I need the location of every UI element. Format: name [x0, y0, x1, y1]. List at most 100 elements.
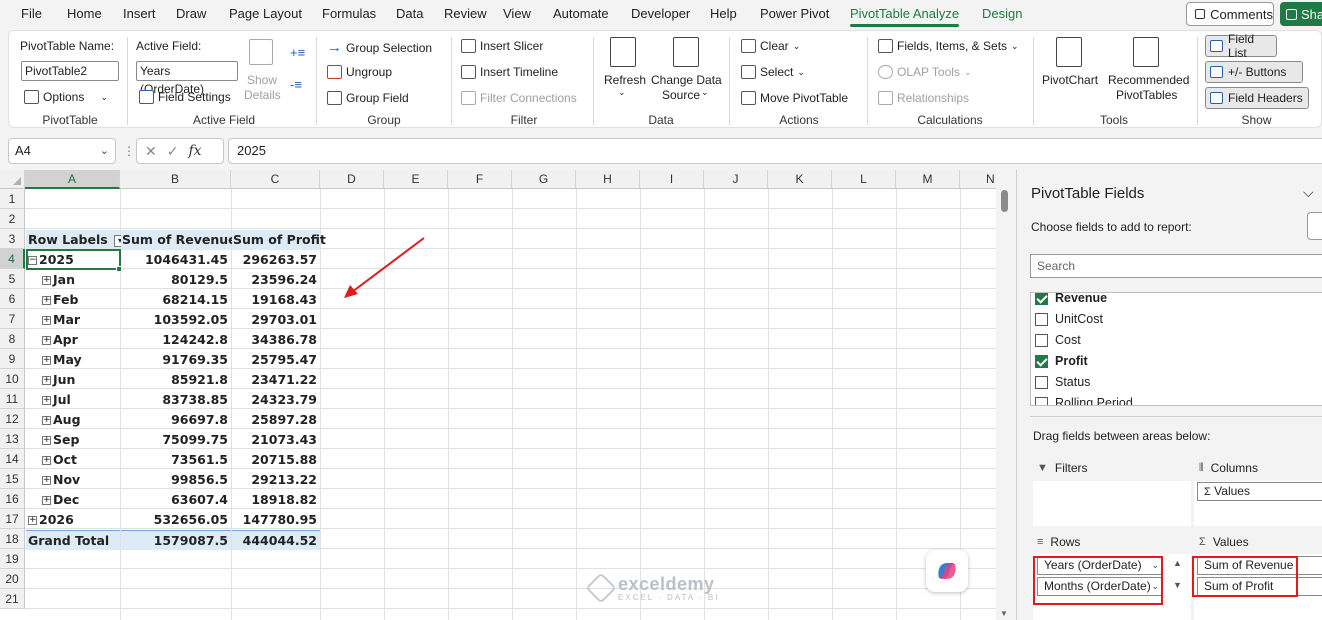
relationships-button[interactable]: Relationships [878, 91, 969, 105]
field-list-toggle[interactable]: Field List [1205, 32, 1277, 60]
pivot-row-month-profit[interactable]: 24323.79 [232, 390, 320, 410]
pivot-row-month-revenue[interactable]: 83738.85 [121, 390, 231, 410]
row-header[interactable]: 8 [0, 329, 25, 349]
pivot-row-month-profit[interactable]: 18918.82 [232, 490, 320, 510]
pivot-row-month-label[interactable]: + Oct [42, 450, 120, 470]
row-header[interactable]: 10 [0, 369, 25, 389]
buttons-toggle[interactable]: +/- Buttons [1205, 61, 1303, 83]
insert-function-icon[interactable]: fx [188, 143, 201, 159]
select-button[interactable]: Select ⌄ [741, 65, 805, 79]
field-checkbox[interactable] [1035, 333, 1048, 347]
pivot-row-month-profit[interactable]: 25795.47 [232, 350, 320, 370]
scrollbar-thumb[interactable] [1001, 190, 1008, 212]
pivot-row-2026-revenue[interactable]: 532656.05 [121, 510, 231, 530]
pivot-header-row-labels[interactable]: Row Labels ▾ [26, 230, 127, 250]
field-checkbox[interactable] [1035, 312, 1048, 326]
pivot-row-month-revenue[interactable]: 80129.5 [121, 270, 231, 290]
expand-icon[interactable]: + [42, 496, 51, 505]
column-header-i[interactable]: I [640, 170, 704, 189]
group-field-button[interactable]: Group Field [327, 91, 409, 105]
comments-button[interactable]: Comments [1186, 2, 1274, 26]
move-up-arrow-icon[interactable]: ▲ [1171, 558, 1184, 569]
pivot-row-month-label[interactable]: + Apr [42, 330, 120, 350]
scroll-down-arrow-icon[interactable]: ▼ [1000, 609, 1008, 618]
tab-file[interactable]: File [21, 6, 42, 21]
pivot-row-month-label[interactable]: + Jun [42, 370, 120, 390]
grand-total-label[interactable]: Grand Total [26, 530, 120, 550]
select-all-corner[interactable] [0, 170, 25, 189]
chevron-down-icon[interactable]: ⌄ [100, 139, 109, 163]
row-header[interactable]: 13 [0, 429, 25, 449]
row-header[interactable]: 12 [0, 409, 25, 429]
field-item[interactable]: Revenue [1035, 293, 1107, 305]
pivot-row-month-label[interactable]: + Mar [42, 310, 120, 330]
field-search-input[interactable]: Search [1030, 254, 1322, 278]
row-header[interactable]: 6 [0, 289, 25, 309]
pivot-row-2025-profit[interactable]: 296263.57 [232, 250, 320, 270]
row-header[interactable]: 15 [0, 469, 25, 489]
pivot-row-month-label[interactable]: + Aug [42, 410, 120, 430]
field-checkbox[interactable] [1035, 396, 1048, 405]
pivottable-name-input[interactable]: PivotTable2 [21, 61, 119, 81]
expand-icon[interactable]: + [42, 296, 51, 305]
tab-power-pivot[interactable]: Power Pivot [760, 6, 829, 21]
row-header[interactable]: 14 [0, 449, 25, 469]
more-options-icon[interactable]: ⋮ [123, 144, 135, 158]
pivot-row-month-profit[interactable]: 29703.01 [232, 310, 320, 330]
column-header-b[interactable]: B [120, 170, 231, 189]
pivot-row-month-revenue[interactable]: 91769.35 [121, 350, 231, 370]
pivot-row-month-profit[interactable]: 25897.28 [232, 410, 320, 430]
collapse-field-icon[interactable]: -≡ [290, 77, 302, 92]
field-checkbox[interactable] [1035, 293, 1048, 305]
pivot-row-month-profit[interactable]: 20715.88 [232, 450, 320, 470]
row-header[interactable]: 21 [0, 589, 25, 609]
field-headers-toggle[interactable]: Field Headers [1205, 87, 1309, 109]
pivotchart-button[interactable]: PivotChart [1039, 35, 1101, 105]
pivot-row-2026-profit[interactable]: 147780.95 [232, 510, 320, 530]
expand-icon[interactable]: + [42, 356, 51, 365]
field-item[interactable]: Cost [1035, 333, 1081, 347]
row-header[interactable]: 20 [0, 569, 25, 589]
expand-icon[interactable]: + [42, 436, 51, 445]
share-button[interactable]: Sha [1280, 2, 1322, 26]
tab-design[interactable]: Design [982, 6, 1022, 21]
insert-slicer-button[interactable]: Insert Slicer [461, 39, 543, 53]
field-item[interactable]: Profit [1035, 354, 1088, 368]
move-pivottable-button[interactable]: Move PivotTable [741, 91, 848, 105]
filters-drop-area[interactable] [1033, 481, 1191, 526]
olap-tools-button[interactable]: OLAP Tools ⌄ [878, 65, 971, 79]
group-selection-button[interactable]: → Group Selection [327, 39, 432, 56]
field-checkbox[interactable] [1035, 354, 1048, 368]
pivot-row-month-revenue[interactable]: 85921.8 [121, 370, 231, 390]
row-header[interactable]: 5 [0, 269, 25, 289]
tab-review[interactable]: Review [444, 6, 487, 21]
options-button[interactable]: Options ⌄ [24, 90, 108, 104]
row-header[interactable]: 11 [0, 389, 25, 409]
move-down-arrow-icon[interactable]: ▼ [1171, 580, 1184, 591]
row-header[interactable]: 17 [0, 509, 25, 529]
row-header[interactable]: 16 [0, 489, 25, 509]
formula-input[interactable]: 2025 [228, 138, 1322, 164]
pivot-row-month-profit[interactable]: 23471.22 [232, 370, 320, 390]
enter-icon[interactable]: ✓ [167, 143, 179, 160]
recommended-pivottables-button[interactable]: Recommended PivotTables [1103, 35, 1193, 105]
refresh-button[interactable]: Refresh ⌄ [601, 35, 646, 105]
row-header[interactable]: 18 [0, 529, 25, 549]
column-header-g[interactable]: G [512, 170, 576, 189]
expand-icon[interactable]: + [42, 336, 51, 345]
pivot-row-month-revenue[interactable]: 63607.4 [121, 490, 231, 510]
ungroup-button[interactable]: Ungroup [327, 65, 392, 79]
expand-icon[interactable]: + [42, 316, 51, 325]
spreadsheet-grid[interactable]: A B C D E F G H I J K L M N 1 2 3 4 5 6 7 8 9 10 1… [0, 170, 1000, 620]
columns-chip-values[interactable]: Σ Values [1197, 482, 1322, 501]
tab-automate[interactable]: Automate [553, 6, 609, 21]
gear-icon[interactable] [1307, 212, 1322, 240]
column-header-e[interactable]: E [384, 170, 448, 189]
field-checkbox[interactable] [1035, 375, 1048, 389]
pivot-row-month-revenue[interactable]: 73561.5 [121, 450, 231, 470]
fill-handle[interactable] [116, 266, 122, 272]
tab-page-layout[interactable]: Page Layout [229, 6, 302, 21]
insert-timeline-button[interactable]: Insert Timeline [461, 65, 558, 79]
tab-developer[interactable]: Developer [631, 6, 690, 21]
copilot-button[interactable] [926, 550, 968, 592]
